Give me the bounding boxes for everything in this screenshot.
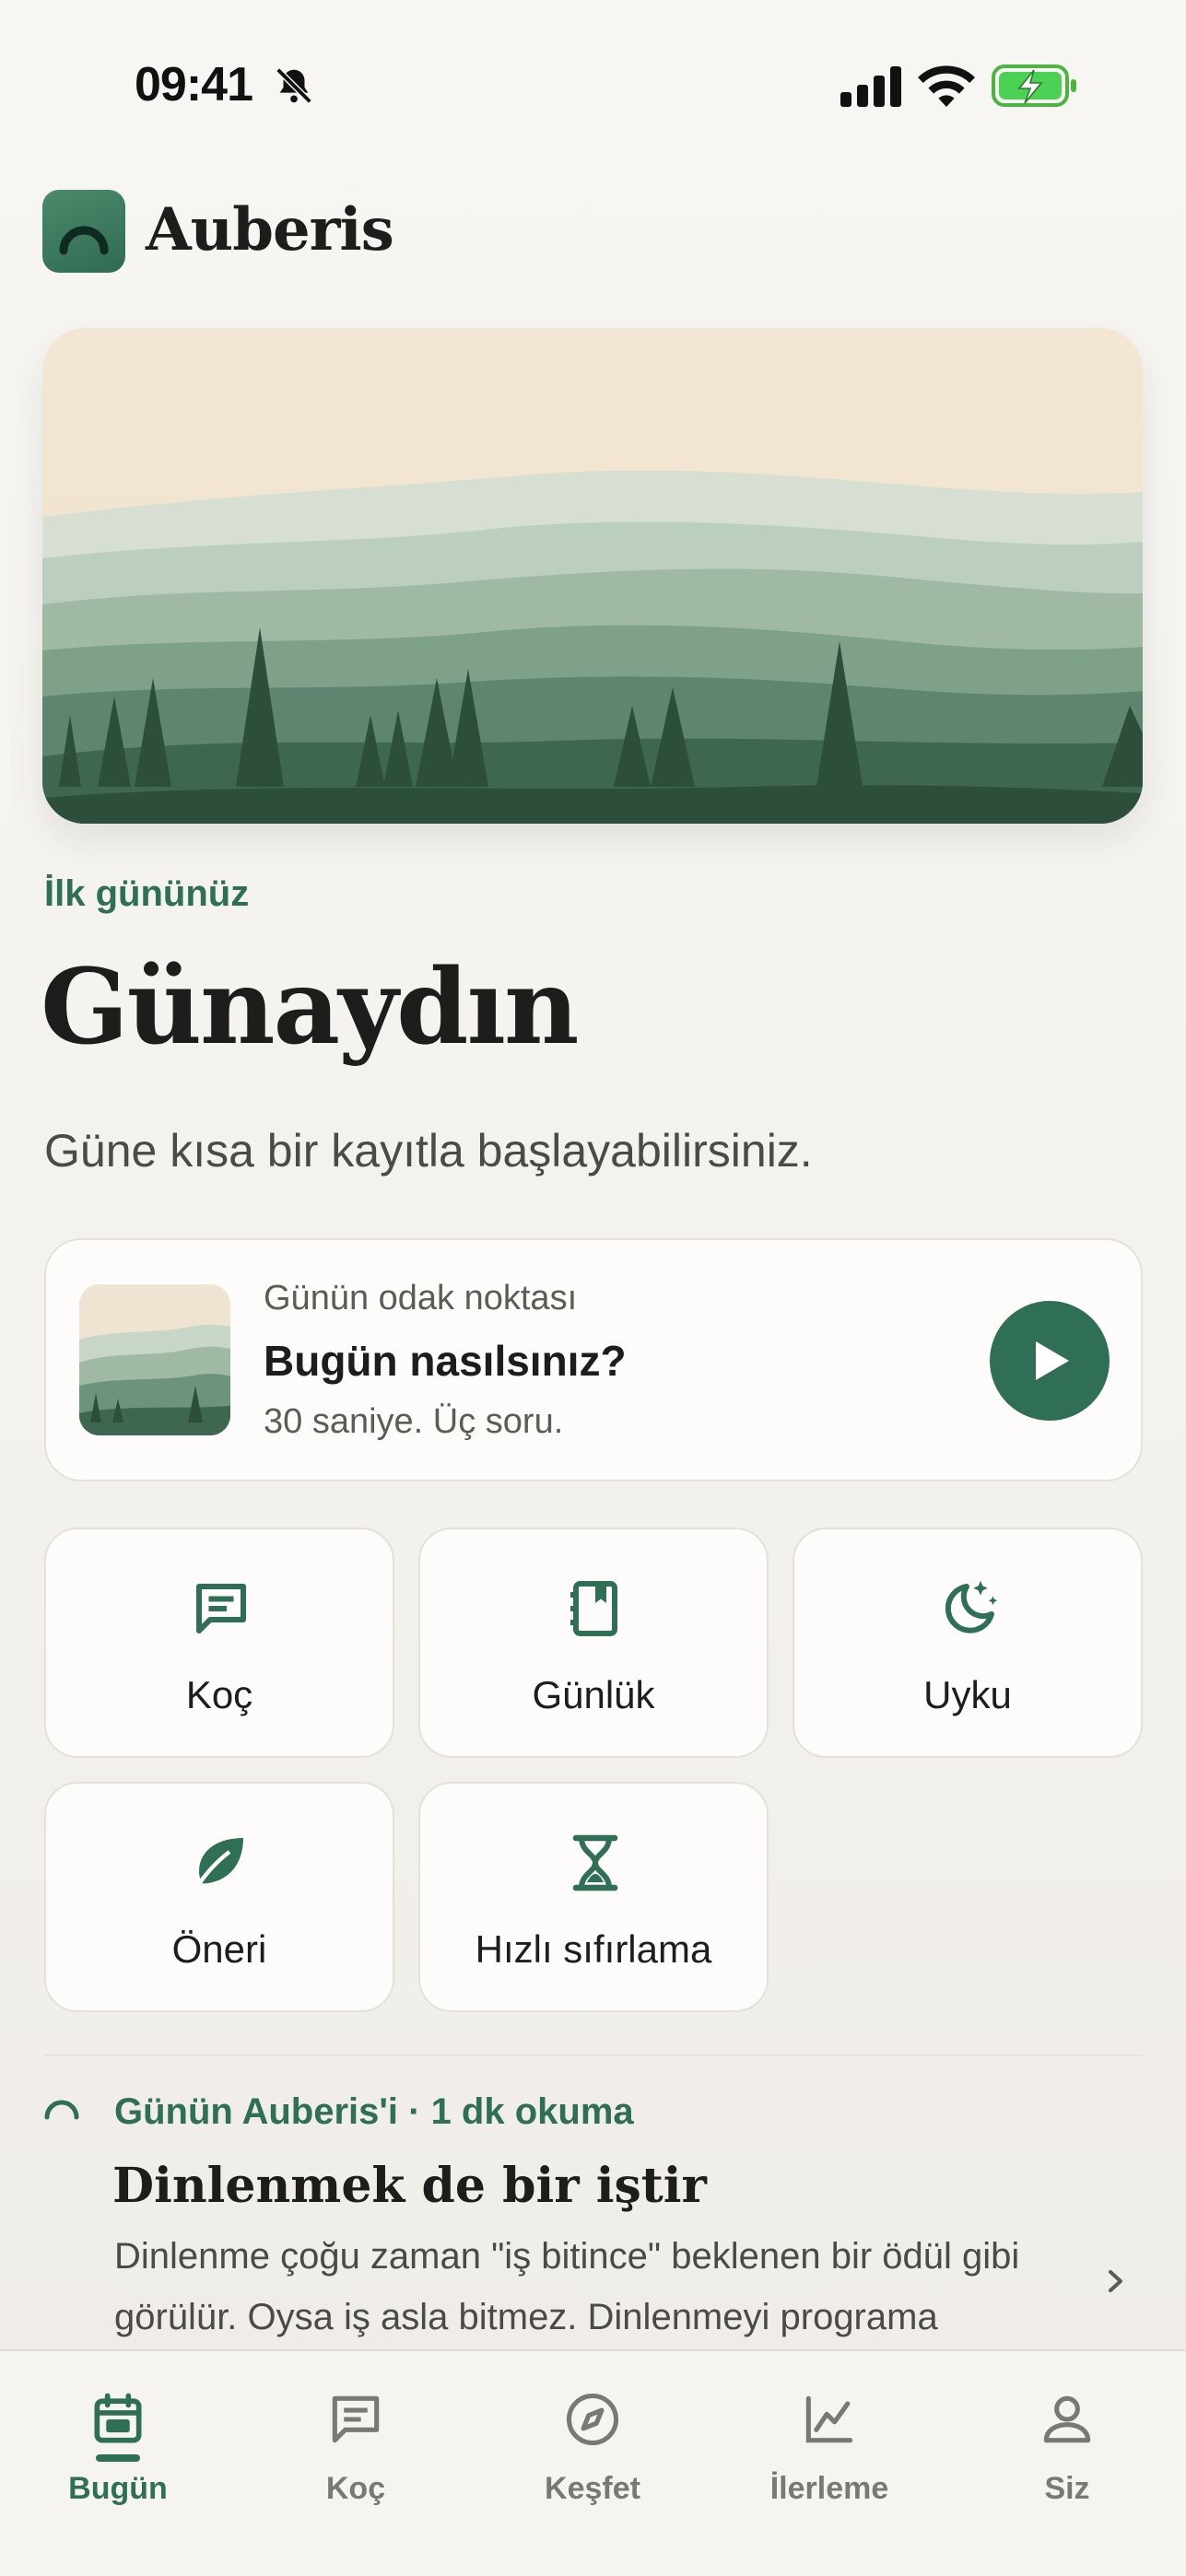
tile-quick-reset[interactable]: Hızlı sıfırlama xyxy=(418,1782,769,2012)
battery-charging-icon xyxy=(992,64,1076,107)
tile-label: Koç xyxy=(185,1673,253,1716)
status-bar: 09:41 xyxy=(0,0,1186,175)
journal-icon xyxy=(570,1581,617,1636)
leaf-icon xyxy=(194,1838,243,1890)
article-excerpt: Dinlenme çoğu zaman "iş bitince" beklene… xyxy=(114,2236,1020,2337)
focus-title: Bugün nasılsınız? xyxy=(264,1337,627,1385)
chevron-right-icon[interactable] xyxy=(1102,2263,1130,2300)
focus-meta: 30 saniye. Üç soru. xyxy=(264,1402,564,1441)
play-button[interactable] xyxy=(990,1301,1110,1421)
arc-logo-icon xyxy=(44,2100,79,2120)
status-time: 09:41 xyxy=(135,58,253,111)
tab-label: Siz xyxy=(1044,2471,1090,2506)
tile-journal[interactable]: Günlük xyxy=(418,1528,769,1758)
bell-slash-icon xyxy=(276,67,312,104)
tab-label: Keşfet xyxy=(545,2471,640,2506)
tile-label: Hızlı sıfırlama xyxy=(475,1927,712,1971)
focus-thumbnail xyxy=(79,1284,230,1435)
tab-label: Bugün xyxy=(68,2471,168,2506)
tile-label: Günlük xyxy=(532,1673,655,1716)
tab-label: İlerleme xyxy=(769,2471,889,2506)
active-tab-indicator xyxy=(96,2454,140,2462)
tile-label: Uyku xyxy=(923,1673,1012,1716)
greeting-subtitle: Güne kısa bir kayıtla başlayabilirsiniz. xyxy=(44,1125,813,1177)
play-icon xyxy=(1036,1341,1069,1380)
tile-coach[interactable]: Koç xyxy=(44,1528,394,1758)
moon-stars-icon xyxy=(945,1581,998,1633)
chat-icon xyxy=(332,2395,380,2443)
article-meta: Günün Auberis'i · 1 dk okuma xyxy=(114,2091,634,2132)
chart-line-icon xyxy=(805,2395,853,2443)
tab-coach[interactable]: Koç xyxy=(264,2388,448,2526)
tab-you[interactable]: Siz xyxy=(975,2388,1159,2526)
tab-today[interactable]: Bugün xyxy=(26,2388,210,2526)
article-title[interactable]: Dinlenmek de bir iştir xyxy=(112,2158,707,2214)
tab-progress[interactable]: İlerleme xyxy=(737,2388,922,2526)
tab-label: Koç xyxy=(325,2471,386,2506)
cellular-signal-icon xyxy=(840,66,901,107)
tile-suggestion[interactable]: Öneri xyxy=(44,1782,394,2012)
landscape-illustration xyxy=(42,328,1143,824)
wifi-icon xyxy=(918,65,975,107)
person-icon xyxy=(1043,2395,1091,2443)
greeting-title: Günaydın xyxy=(41,947,579,1068)
calendar-icon xyxy=(94,2393,142,2443)
focus-kicker: Günün odak noktası xyxy=(264,1279,578,1317)
tile-label: Öneri xyxy=(171,1927,267,1971)
hourglass-icon xyxy=(572,1834,618,1891)
tab-bar: Bugün Koç Keşfet İlerleme Siz xyxy=(0,2349,1186,2576)
app-logo xyxy=(42,190,125,273)
greeting-eyebrow: İlk gününüz xyxy=(44,873,250,914)
tile-sleep[interactable]: Uyku xyxy=(793,1528,1143,1758)
app-name: Auberis xyxy=(146,195,394,264)
compass-icon xyxy=(566,2393,619,2446)
focus-card[interactable]: Günün odak noktası Bugün nasılsınız? 30 … xyxy=(44,1238,1143,1481)
tab-explore[interactable]: Keşfet xyxy=(500,2388,685,2526)
section-divider xyxy=(44,2055,1143,2056)
arc-logo-icon xyxy=(59,226,109,255)
chat-icon xyxy=(196,1584,246,1633)
hero-image xyxy=(42,328,1143,824)
